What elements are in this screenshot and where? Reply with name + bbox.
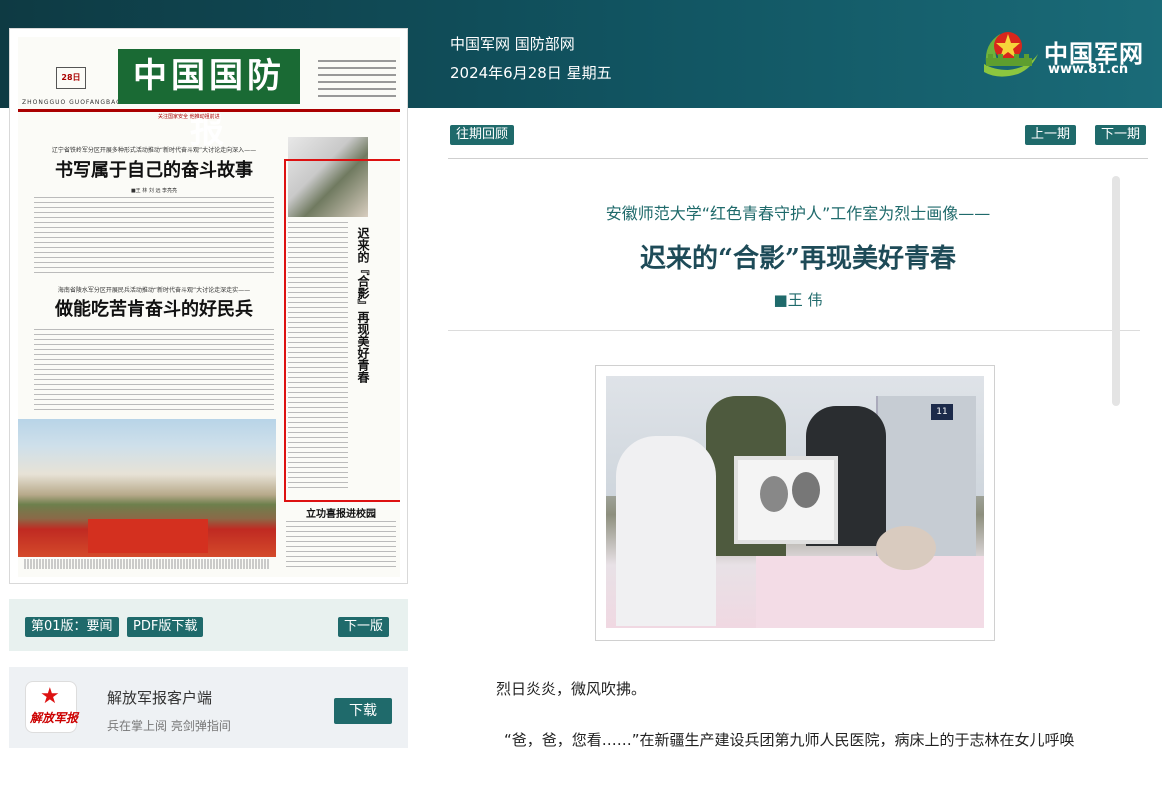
newspaper-masthead-meta xyxy=(318,55,396,113)
app-promo: ★ 解放军报 解放军报客户端 兵在掌上阅 亮剑弹指间 下载 xyxy=(9,667,408,748)
photo-student xyxy=(616,436,716,626)
newspaper-page-image[interactable]: 28日 ZHONGGUO GUOFANGBAO 中国国防报 关注国家安全 他推动… xyxy=(18,37,400,577)
newspaper-rule xyxy=(18,109,400,112)
edition-label[interactable]: 第01版：要闻 xyxy=(25,617,119,637)
article-scrollbar[interactable] xyxy=(1112,176,1120,406)
photo-portrait xyxy=(734,456,838,544)
article3-headline[interactable]: 立功喜报进校园 xyxy=(286,505,396,520)
star-icon: ★ xyxy=(40,684,60,709)
photo-bed xyxy=(756,556,984,628)
left-column: 28日 ZHONGGUO GUOFANGBAO 中国国防报 关注国家安全 他推动… xyxy=(0,0,428,791)
newspaper-date-box: 28日 xyxy=(56,67,86,89)
next-edition-button[interactable]: 下一版 xyxy=(338,617,390,637)
portrait-face-2 xyxy=(792,472,820,508)
article-paragraph-2: “爸，爸，您看……”在新疆生产建设兵团第九师人民医院，病床上的于志林在女儿呼唤 xyxy=(504,731,1075,749)
article1-byline: ■王 林 刘 远 李亮亮 xyxy=(130,188,178,194)
article1-headline[interactable]: 书写属于自己的奋斗故事 xyxy=(34,156,274,182)
newspaper-flag-shape xyxy=(88,519,208,553)
article-photo[interactable]: 11 xyxy=(606,376,984,628)
selected-article-highlight[interactable] xyxy=(284,159,400,502)
article2-kicker[interactable]: 海南省陵水军分区开展民兵活动推动“新时代奋斗观”大讨论走深走实—— xyxy=(34,285,274,294)
article-paragraph-1: 烈日炎炎，微风吹拂。 xyxy=(496,680,647,698)
next-issue-button[interactable]: 下一期 xyxy=(1095,125,1147,145)
photo-bed-number: 11 xyxy=(931,404,953,420)
app-download-button[interactable]: 下载 xyxy=(334,698,392,724)
logo-emblem-icon xyxy=(984,32,1038,77)
nav-divider xyxy=(448,158,1148,159)
app-title: 解放军报客户端 xyxy=(107,689,213,707)
photo-patient xyxy=(876,526,936,570)
current-date: 2024年6月28日 星期五 xyxy=(450,64,612,82)
article2-text-area[interactable] xyxy=(34,329,274,413)
site-logo[interactable]: 中国军网 www.81.cn xyxy=(978,24,1153,84)
newspaper-masthead: 中国国防报 xyxy=(118,49,300,151)
site-names[interactable]: 中国军网 国防部网 xyxy=(450,33,575,54)
newspaper-slogan: 关注国家安全 他推动祖前进 xyxy=(158,114,220,120)
article2-headline[interactable]: 做能吃苦肯奋斗的好民兵 xyxy=(34,295,274,321)
app-subtitle: 兵在掌上阅 亮剑弹指间 xyxy=(107,719,231,733)
newspaper-page-frame[interactable]: 28日 ZHONGGUO GUOFANGBAO 中国国防报 关注国家安全 他推动… xyxy=(9,28,408,584)
article-photo-frame: 11 xyxy=(595,365,995,641)
jfjb-app-icon: ★ 解放军报 xyxy=(25,681,79,733)
article1-kicker[interactable]: 辽宁省铁岭军分区开展多种形式活动推动“新时代奋斗观”大讨论走向深入—— xyxy=(34,145,274,154)
newspaper-pinyin: ZHONGGUO GUOFANGBAO xyxy=(22,99,122,106)
article-title: 迟来的“合影”再现美好青春 xyxy=(640,244,956,274)
edition-bar: 第01版：要闻 PDF版下载 下一版 xyxy=(9,599,408,651)
article-view[interactable]: 安徽师范大学“红色青春守护人”工作室为烈士画像—— 迟来的“合影”再现美好青春 … xyxy=(448,172,1148,791)
app-icon-brand: 解放军报 xyxy=(30,711,79,725)
pdf-download-button[interactable]: PDF版下载 xyxy=(127,617,204,637)
article-author: ■王 伟 xyxy=(773,291,823,309)
previous-issue-button[interactable]: 上一期 xyxy=(1025,125,1077,145)
newspaper-photo-caption xyxy=(24,559,270,569)
article1-text-area[interactable] xyxy=(34,197,274,277)
article-subhead: 安徽师范大学“红色青春守护人”工作室为烈士画像—— xyxy=(605,204,991,223)
archive-button[interactable]: 往期回顾 xyxy=(450,125,515,145)
portrait-face-1 xyxy=(760,476,788,512)
article3-text-area[interactable] xyxy=(286,521,396,569)
logo-url: www.81.cn xyxy=(1048,62,1129,77)
article-divider xyxy=(448,330,1140,331)
